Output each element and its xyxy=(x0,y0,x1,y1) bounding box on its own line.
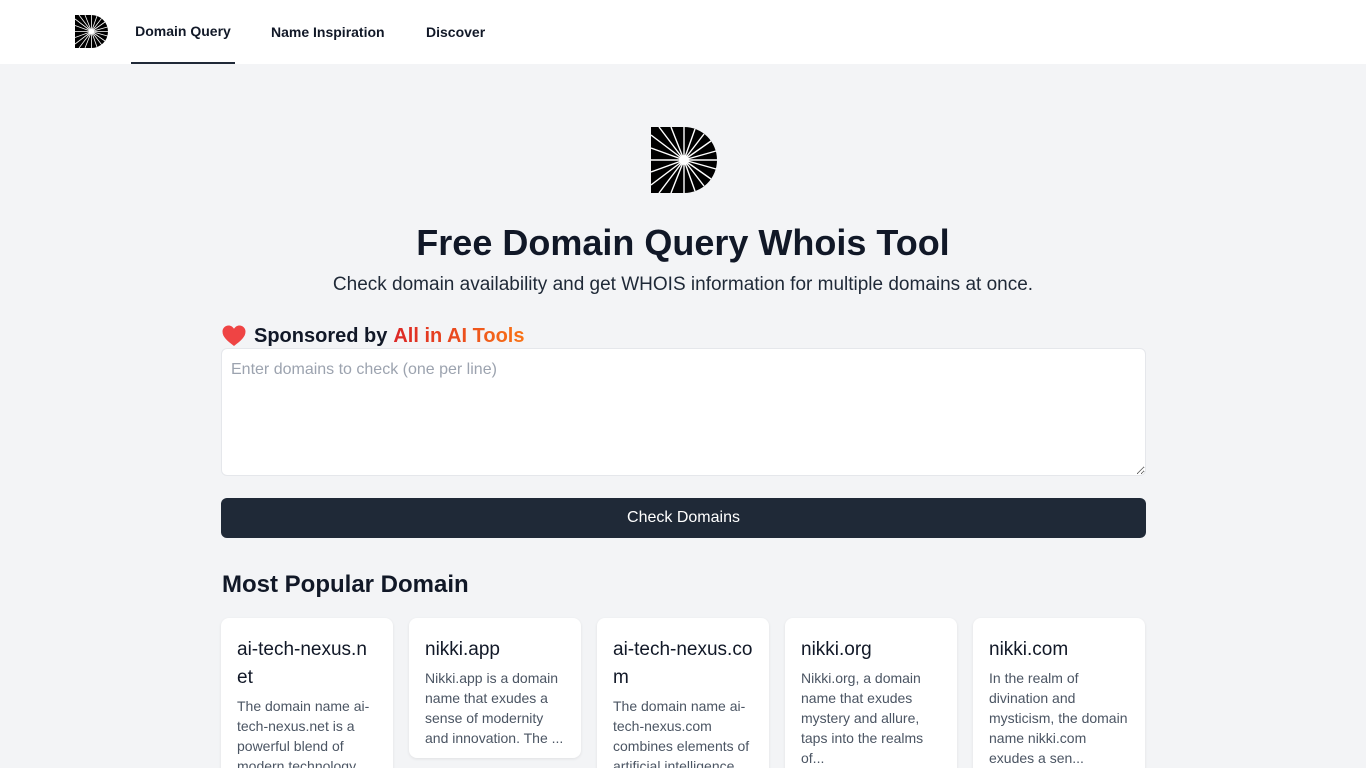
domain-card-description: The domain name ai-tech-nexus.net is a p… xyxy=(237,698,370,768)
page-subtitle: Check domain availability and get WHOIS … xyxy=(332,274,1034,295)
domain-card[interactable]: ai-tech-nexus.com The domain name ai-tec… xyxy=(597,618,769,768)
domain-card-title: nikki.com xyxy=(989,639,1069,660)
domain-card-description: In the realm of divination and mysticism… xyxy=(989,670,1128,766)
domain-card-title: nikki.org xyxy=(801,639,872,660)
nav-name-inspiration[interactable]: Name Inspiration xyxy=(271,0,385,64)
sponsor-link[interactable]: All in AI Tools xyxy=(393,325,524,348)
top-nav: Domain Query Name Inspiration Discover xyxy=(0,0,1366,64)
check-domains-button[interactable]: Check Domains xyxy=(221,498,1146,538)
page-title: Free Domain Query Whois Tool xyxy=(416,222,950,263)
hero-logo-icon xyxy=(651,127,717,193)
domain-card-title: nikki.app xyxy=(425,639,500,660)
sponsor-line: Sponsored by All in AI Tools xyxy=(222,321,524,351)
domain-card-description: Nikki.app is a domain name that exudes a… xyxy=(425,670,564,746)
domain-card-title: ai-tech-nexus.com xyxy=(613,639,753,688)
domain-card[interactable]: ai-tech-nexus.net The domain name ai-tec… xyxy=(221,618,393,768)
sponsor-label: Sponsored by xyxy=(254,324,388,347)
domain-card[interactable]: nikki.org Nikki.org, a domain name that … xyxy=(785,618,957,768)
domain-card-description: The domain name ai-tech-nexus.com combin… xyxy=(613,698,750,768)
domain-input[interactable] xyxy=(221,348,1146,476)
heart-icon xyxy=(222,325,246,346)
nav-discover[interactable]: Discover xyxy=(426,0,485,64)
domain-card-description: Nikki.org, a domain name that exudes mys… xyxy=(801,670,924,766)
logo-icon[interactable] xyxy=(75,15,108,48)
domain-card[interactable]: nikki.com In the realm of divination and… xyxy=(973,618,1145,768)
popular-section-title: Most Popular Domain xyxy=(222,571,469,598)
nav-domain-query[interactable]: Domain Query xyxy=(131,0,235,64)
domain-card[interactable]: nikki.app Nikki.app is a domain name tha… xyxy=(409,618,581,758)
domain-card-title: ai-tech-nexus.net xyxy=(237,639,367,688)
